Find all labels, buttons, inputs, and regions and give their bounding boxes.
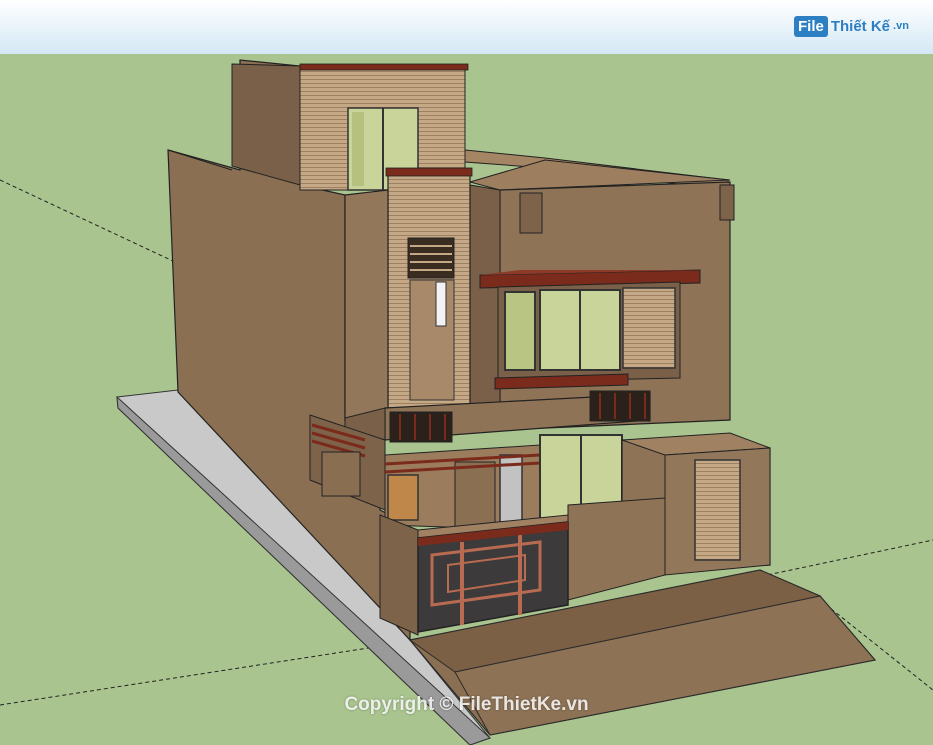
central-column-vent [407, 237, 455, 279]
bay-window-glass [504, 289, 621, 371]
site-logo: File Thiết Kế .vn [794, 12, 909, 40]
right-block-shutter [694, 459, 741, 561]
bay-window-shutter [622, 287, 676, 369]
stair-tower-side [231, 63, 301, 186]
rooftop-spout [519, 192, 543, 234]
copyright-watermark: Copyright © FileThietKe.vn [344, 694, 589, 715]
ground-side-window [321, 451, 361, 497]
rooftop-spout-right [719, 184, 735, 221]
central-column-cap [385, 167, 473, 177]
gate-wall-left [379, 514, 419, 636]
sketchup-house-render [0, 0, 933, 745]
porch-pillar [454, 461, 496, 528]
upper-right-block-side [469, 184, 501, 431]
logo-name: Thiết Kế [830, 17, 891, 35]
logo-tld: .vn [893, 20, 909, 32]
stair-tower-cap [299, 63, 469, 71]
central-column-slit-window [435, 281, 447, 327]
left-wing-block [344, 189, 389, 421]
logo-badge: File [794, 15, 828, 37]
porch-window-left [387, 474, 419, 521]
central-column-opening [409, 279, 455, 401]
